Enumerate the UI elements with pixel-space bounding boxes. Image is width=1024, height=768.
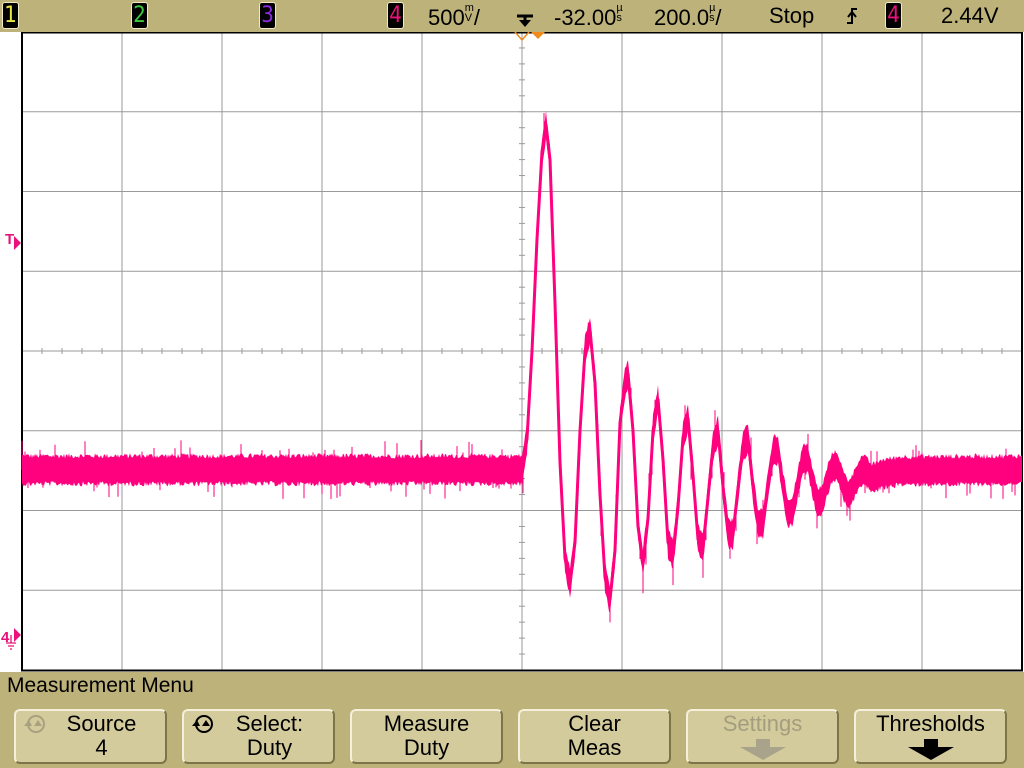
per-div-slash: / bbox=[715, 5, 722, 30]
softkey-value: Duty bbox=[246, 735, 293, 760]
waveform-display: T 4 bbox=[0, 32, 1024, 672]
unit-base: s bbox=[709, 12, 715, 24]
trigger-level-marker-label: T bbox=[5, 231, 14, 248]
graticule-svg: T 4 bbox=[1, 32, 1023, 672]
select-measurement-softkey[interactable]: Select: Duty bbox=[182, 709, 335, 764]
channel-1-badge[interactable]: 1 bbox=[2, 2, 19, 29]
softkey-label: Thresholds bbox=[876, 711, 985, 736]
trigger-level-arrow-icon bbox=[14, 236, 21, 250]
softkey-label: Source bbox=[66, 711, 137, 736]
per-div-slash: / bbox=[473, 5, 481, 30]
channel-4-ground-marker[interactable]: 4 bbox=[1, 628, 21, 650]
measure-duty-softkey[interactable]: Measure Duty bbox=[350, 709, 503, 764]
trigger-source-badge: 4 bbox=[885, 2, 902, 29]
run-state: Stop bbox=[769, 3, 815, 28]
delay-unit: µs bbox=[616, 3, 622, 24]
trigger-level-marker[interactable]: T bbox=[5, 231, 21, 250]
channel-4-scale-unit: mV bbox=[464, 3, 474, 24]
thresholds-softkey[interactable]: Thresholds bbox=[854, 709, 1007, 764]
rising-edge-icon bbox=[845, 6, 859, 31]
channel-4-trace-spikes bbox=[21, 113, 1016, 623]
trigger-position-marker[interactable] bbox=[531, 32, 545, 39]
channel-4-badge[interactable]: 4 bbox=[387, 2, 404, 29]
status-bar: 1 2 3 4 500m V/ -32.00µ s 200.0µ s/ Stop 4 … bbox=[0, 0, 1024, 32]
settings-softkey[interactable]: Settings bbox=[686, 709, 839, 764]
submenu-arrow-down-icon bbox=[907, 739, 954, 760]
softkey-label: Select: bbox=[235, 711, 304, 736]
horizontal-delay: -32.00µ s bbox=[554, 3, 623, 31]
delay-value: -32.00 bbox=[554, 5, 617, 30]
ground-marker-arrow-icon bbox=[14, 628, 21, 642]
softkey-label: Clear bbox=[568, 711, 621, 736]
menu-title: Measurement Menu bbox=[7, 674, 194, 697]
timebase-scale: 200.0µ s/ bbox=[654, 3, 722, 31]
channel-4-scale: 500m V/ bbox=[428, 3, 481, 31]
trigger-level: 2.44V bbox=[941, 3, 999, 28]
unit-base: s bbox=[616, 12, 622, 24]
softkey-value: Duty bbox=[403, 735, 450, 760]
softkey-label: Settings bbox=[722, 711, 803, 736]
channel-2-badge[interactable]: 2 bbox=[131, 2, 148, 29]
timebase-value: 200.0 bbox=[654, 5, 710, 30]
source-softkey[interactable]: Source 4 bbox=[14, 709, 167, 764]
submenu-arrow-down-icon bbox=[739, 739, 786, 760]
unit-base: V bbox=[464, 12, 473, 24]
channel-3-badge[interactable]: 3 bbox=[259, 2, 276, 29]
softkey-value: Meas bbox=[567, 735, 622, 760]
channel-4-scale-value: 500 bbox=[428, 5, 465, 30]
softkey-value: 4 bbox=[95, 735, 108, 760]
softkey-label: Measure bbox=[383, 711, 470, 736]
clear-meas-softkey[interactable]: Clear Meas bbox=[518, 709, 671, 764]
